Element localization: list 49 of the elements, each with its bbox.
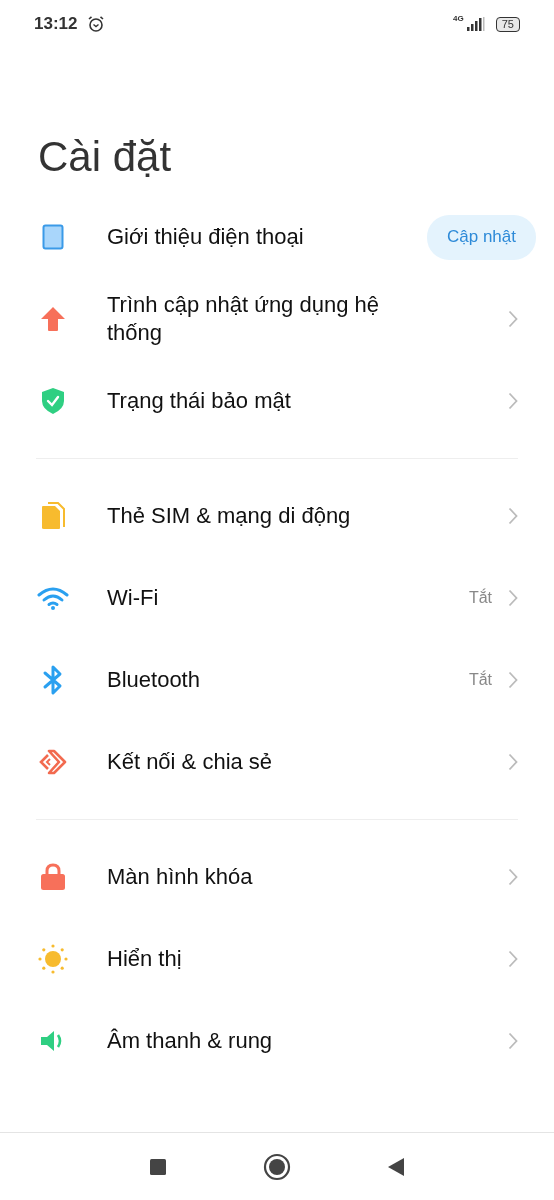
item-label: Wi-Fi [107,584,160,612]
settings-item[interactable]: Hiển thị [0,918,554,1000]
settings-item[interactable]: Âm thanh & rung [0,1000,554,1082]
page-title: Cài đặt [38,132,173,182]
item-label: Bluetooth [107,666,201,694]
chevron-right-icon [508,310,518,328]
item-label: Trạng thái bảo mật [107,387,292,415]
chevron-right-icon [508,753,518,771]
chevron-right-icon [508,589,518,607]
settings-item[interactable]: Trình cập nhật ứng dụng hệ thống [0,278,554,360]
lock-icon [40,863,66,891]
settings-item[interactable]: Trạng thái bảo mật [0,360,554,442]
chevron-right-icon [508,868,518,886]
settings-item[interactable]: Giới thiệu điện thoại Cập nhật [0,196,554,278]
item-label: Màn hình khóa [107,863,254,891]
item-value: Tắt [468,589,492,607]
item-label: Giới thiệu điện thoại [107,223,305,251]
phone-icon [42,224,64,250]
chevron-right-icon [508,671,518,689]
up-arrow-icon [40,306,66,332]
item-label: Kết nối & chia sẻ [107,748,274,776]
chevron-right-icon [508,1032,518,1050]
recents-button[interactable] [149,1157,167,1176]
alarm-clock-icon [87,15,106,33]
sun-icon [38,944,68,974]
signal-icon [465,17,486,31]
settings-item[interactable]: Thẻ SIM & mạng di động [0,475,554,557]
settings-item[interactable]: Màn hình khóa [0,836,554,918]
bluetooth-icon [42,664,64,696]
chevron-right-icon [508,392,518,410]
battery-level: 75 [495,16,520,32]
status-time: 13:12 [34,14,78,34]
network-type: 4G [453,14,464,23]
item-label: Thẻ SIM & mạng di động [107,502,352,530]
item-label: Trình cập nhật ứng dụng hệ thống [107,291,380,347]
shield-check-icon [41,387,65,415]
wifi-icon [37,586,69,610]
chevron-right-icon [508,950,518,968]
back-button[interactable] [387,1156,405,1177]
home-button[interactable] [263,1152,291,1181]
settings-item[interactable]: Wi-Fi Tắt [0,557,554,639]
item-value: Tắt [468,671,492,689]
sim-cards-icon [40,502,66,530]
settings-item[interactable]: Bluetooth Tắt [0,639,554,721]
item-label: Hiển thị [107,945,183,973]
settings-item[interactable]: Kết nối & chia sẻ [0,721,554,803]
share-icon [38,749,68,775]
chevron-right-icon [508,507,518,525]
item-label: Âm thanh & rung [107,1027,274,1055]
